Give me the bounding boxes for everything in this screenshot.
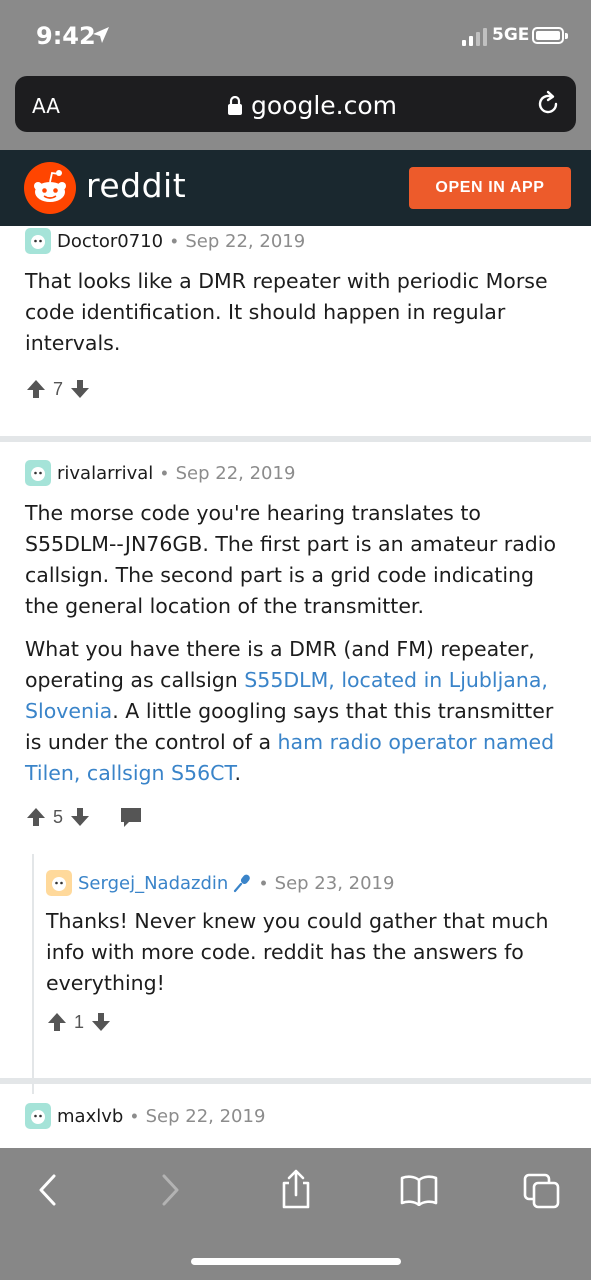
location-arrow-icon [93, 27, 109, 43]
comment-body: That looks like a DMR repeater with peri… [25, 266, 565, 371]
thread-line [32, 854, 34, 1094]
comment-text: . [234, 761, 242, 785]
comment-meta: Sergej_Nadazdin • Sep 23, 2019 [46, 870, 576, 896]
open-in-app-button[interactable]: OPEN IN APP [409, 167, 571, 209]
text-size-button[interactable]: AA [32, 94, 60, 118]
snoo-avatar-icon[interactable] [25, 1103, 51, 1129]
reply-icon[interactable] [119, 806, 143, 828]
signal-icon [462, 26, 487, 46]
battery-icon [532, 27, 568, 44]
comment: Doctor0710 • Sep 22, 2019 That looks lik… [0, 228, 591, 399]
comment-username[interactable]: Sergej_Nadazdin [78, 873, 228, 894]
lock-icon [228, 95, 242, 115]
upvote-icon[interactable] [46, 1011, 68, 1033]
comment-body: Thanks! Never knew you could gather that… [46, 906, 576, 999]
vote-bar: 7 [25, 378, 91, 400]
network-type: 5GE [492, 25, 530, 45]
share-icon[interactable] [280, 1168, 312, 1210]
vote-score: 1 [74, 1011, 85, 1032]
separator-dot: • [260, 872, 267, 893]
tabs-icon[interactable] [522, 1172, 562, 1210]
comment: maxlvb • Sep 22, 2019 [0, 1103, 591, 1129]
downvote-icon[interactable] [69, 378, 91, 400]
comment-paragraph-1: The morse code you're hearing translates… [25, 501, 557, 618]
snoo-avatar-icon[interactable] [46, 870, 72, 896]
url-domain[interactable]: google.com [227, 91, 397, 120]
separator-dot: • [131, 1105, 138, 1126]
forward-icon [162, 1174, 179, 1206]
upvote-icon[interactable] [25, 806, 47, 828]
snoo-avatar-icon[interactable] [25, 228, 51, 254]
reddit-wordmark[interactable]: reddit [86, 166, 186, 205]
status-bar: 9:42 5GE [0, 0, 591, 72]
domain-text: google.com [251, 91, 397, 120]
comment-meta: maxlvb • Sep 22, 2019 [0, 1103, 591, 1129]
reddit-logo-icon[interactable] [24, 162, 76, 214]
comment-body: The morse code you're hearing translates… [25, 498, 573, 801]
comment: rivalarrival • Sep 22, 2019 The morse co… [0, 460, 591, 1094]
vote-bar: 1 [46, 1011, 576, 1033]
status-time: 9:42 [36, 22, 96, 50]
separator-dot: • [161, 462, 168, 483]
home-indicator [191, 1258, 401, 1265]
comment-meta: Doctor0710 • Sep 22, 2019 [0, 228, 591, 254]
comment-meta: rivalarrival • Sep 22, 2019 [0, 460, 591, 486]
comment-username[interactable]: rivalarrival [57, 463, 153, 484]
browser-address-area: AA google.com [0, 72, 591, 150]
downvote-icon[interactable] [90, 1011, 112, 1033]
comment-divider [0, 1078, 591, 1084]
upvote-icon[interactable] [25, 378, 47, 400]
comment-divider [0, 436, 591, 442]
vote-score: 5 [53, 806, 64, 827]
vote-bar: 5 [25, 806, 143, 828]
comment-username[interactable]: Doctor0710 [57, 231, 163, 252]
reddit-header: reddit OPEN IN APP [0, 150, 591, 226]
back-icon[interactable] [36, 1172, 60, 1208]
mic-icon [234, 874, 251, 893]
downvote-icon[interactable] [69, 806, 91, 828]
comment-text: That looks like a DMR repeater with peri… [25, 269, 548, 355]
comments-feed: Doctor0710 • Sep 22, 2019 That looks lik… [0, 226, 591, 1148]
comment-paragraph-2: What you have there is a DMR (and FM) re… [25, 634, 573, 789]
comment-username[interactable]: maxlvb [57, 1106, 123, 1127]
comment-date: Sep 23, 2019 [274, 872, 395, 894]
reload-icon[interactable] [534, 90, 562, 118]
address-bar[interactable]: AA google.com [15, 76, 576, 132]
comment-date: Sep 22, 2019 [185, 230, 306, 252]
vote-score: 7 [53, 378, 64, 399]
separator-dot: • [171, 230, 178, 251]
comment-date: Sep 22, 2019 [145, 1105, 266, 1127]
reply-comment: Sergej_Nadazdin • Sep 23, 2019 Thanks! N… [46, 870, 576, 1033]
snoo-avatar-icon[interactable] [25, 460, 51, 486]
comment-date: Sep 22, 2019 [175, 462, 296, 484]
comment-text: Thanks! Never knew you could gather that… [46, 909, 549, 995]
bookmarks-icon[interactable] [400, 1174, 438, 1206]
